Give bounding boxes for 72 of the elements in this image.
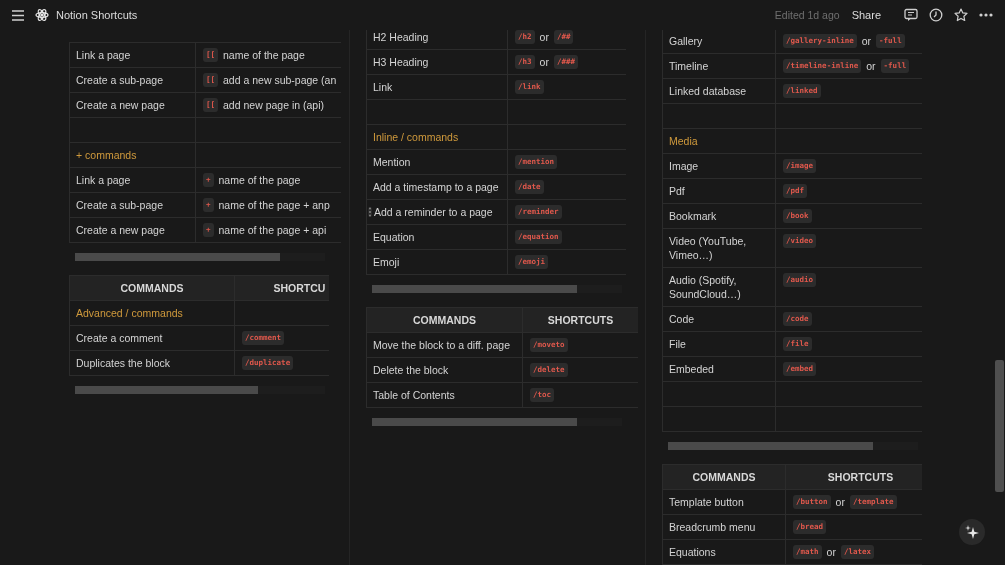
table-cell: Table of Contents <box>367 383 523 408</box>
table-cell: Linked database <box>663 79 776 104</box>
edited-label: Edited 1d ago <box>774 9 840 21</box>
column-header: COMMANDS <box>367 308 523 333</box>
table-cell: Add a timestamp to a page <box>367 175 508 200</box>
table-cell: Link a page <box>70 168 196 193</box>
cell-text: name of the page <box>218 173 301 187</box>
cell-text: or <box>861 34 872 48</box>
table-cell: File <box>663 332 776 357</box>
horizontal-scrollbar[interactable] <box>75 253 325 261</box>
table-cell: Code <box>663 307 776 332</box>
cell-text: or <box>826 545 836 559</box>
horizontal-scrollbar[interactable] <box>75 386 325 394</box>
table-cell: Create a sub-page <box>70 193 196 218</box>
table-cell: Breadcrumb menu <box>663 515 786 540</box>
table-cell: Create a new page <box>70 93 196 118</box>
table-cell: Link <box>367 75 508 100</box>
cell-text: name of the page + api <box>218 223 327 237</box>
table-cell: Template button <box>663 490 786 515</box>
table-cell: Equations <box>663 540 786 565</box>
more-icon[interactable] <box>979 12 993 18</box>
horizontal-scrollbar[interactable] <box>372 285 622 293</box>
cell-text: name of the page <box>223 48 305 62</box>
column-header: COMMANDS <box>663 465 786 490</box>
table-cell: Bookmark <box>663 204 776 229</box>
table-cell: Create a sub-page <box>70 68 196 93</box>
table-cell: Emoji <box>367 250 508 275</box>
table-cell: Mention <box>367 150 508 175</box>
table-cell: Pdf <box>663 179 776 204</box>
table-cell: Audio (Spotify, SoundCloud…) <box>663 268 776 307</box>
column-header: COMMANDS <box>70 276 235 301</box>
section-heading: Media <box>663 129 776 154</box>
table-cell: Move the block to a diff. page <box>367 333 523 358</box>
table-cell: Equation <box>367 225 508 250</box>
cell-text: add a new sub-page (an <box>223 73 337 87</box>
horizontal-scrollbar[interactable] <box>372 418 622 426</box>
table-cell: Create a new page <box>70 218 196 243</box>
clock-icon[interactable] <box>929 8 943 22</box>
table-cell: Gallery <box>663 30 776 54</box>
cell-text: or <box>539 55 549 69</box>
section-heading: Advanced / commands <box>70 301 235 326</box>
horizontal-scrollbar[interactable] <box>668 442 918 450</box>
page-title[interactable]: Notion Shortcuts <box>56 9 138 21</box>
table-cell: Duplicates the block <box>70 351 235 376</box>
drag-handle-icon[interactable] <box>368 207 372 217</box>
table-cell: H2 Heading <box>367 30 508 50</box>
table-cell: Embeded <box>663 357 776 382</box>
cell-text: or <box>539 30 549 44</box>
section-heading: + commands <box>70 143 196 168</box>
column-header: SHORTCUTS <box>523 308 638 333</box>
table-cell: Link a page <box>70 43 196 68</box>
table-cell: Image <box>663 154 776 179</box>
sparkle-icon <box>965 525 979 539</box>
ai-button[interactable] <box>959 519 985 545</box>
share-button[interactable]: Share <box>851 9 881 21</box>
cell-text: or <box>835 495 845 509</box>
column-header: SHORTCUTS <box>786 465 922 490</box>
table-cell: Video (YouTube, Vimeo…) <box>663 229 776 268</box>
star-icon[interactable] <box>954 8 968 22</box>
cell-text: or <box>866 59 876 73</box>
column-header: SHORTCU <box>235 276 329 301</box>
comment-icon[interactable] <box>904 8 918 22</box>
cell-text: Add a reminder to a page <box>374 206 493 218</box>
menu-icon[interactable] <box>11 8 25 22</box>
table-cell: Create a comment <box>70 326 235 351</box>
cell-text: add new page in (api) <box>223 98 325 112</box>
table-cell: Timeline <box>663 54 776 79</box>
table-cell: H3 Heading <box>367 50 508 75</box>
atom-icon[interactable] <box>35 8 49 22</box>
section-heading: Inline / commands <box>367 125 508 150</box>
cell-text: name of the page + anp <box>218 198 330 212</box>
table-cell: Delete the block <box>367 358 523 383</box>
